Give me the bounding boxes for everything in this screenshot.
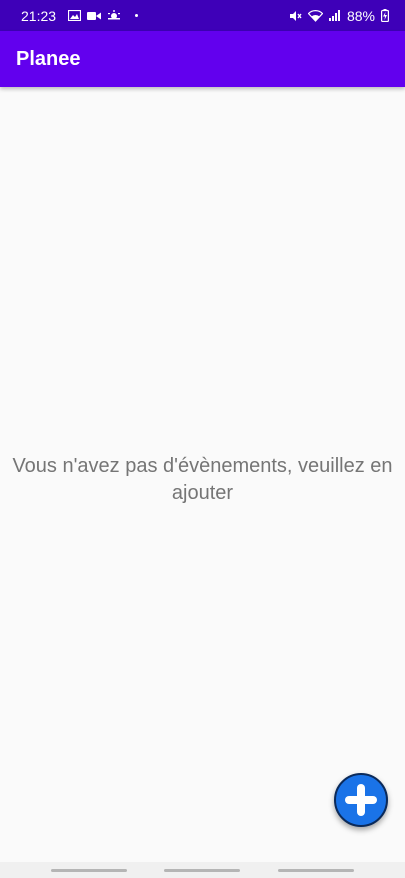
empty-state-message: Vous n'avez pas d'évènements, veuillez e… (12, 455, 393, 504)
nav-home-handle[interactable] (164, 869, 240, 872)
gallery-icon (68, 10, 82, 21)
status-right: 88% (289, 8, 389, 24)
battery-icon (381, 9, 389, 22)
status-time: 21:23 (21, 7, 57, 24)
video-icon (87, 11, 102, 21)
app-title: Planee (16, 47, 81, 70)
add-event-button[interactable] (334, 773, 388, 827)
nav-recents-handle[interactable] (51, 869, 127, 872)
weather-icon (107, 10, 121, 21)
screen: 21:23 88% Planee Vous n'avez pas d'évène… (0, 0, 405, 878)
wifi-icon (307, 9, 323, 22)
nav-back-handle[interactable] (278, 869, 354, 872)
status-left: 21:23 (21, 7, 139, 24)
navigation-bar (0, 862, 405, 878)
status-bar: 21:23 88% (0, 0, 405, 31)
battery-percentage: 88% (346, 7, 375, 24)
plus-icon (345, 784, 377, 816)
signal-icon (328, 10, 341, 21)
notification-dot (135, 14, 139, 17)
app-bar: Planee (0, 31, 405, 87)
mute-icon (289, 10, 302, 22)
